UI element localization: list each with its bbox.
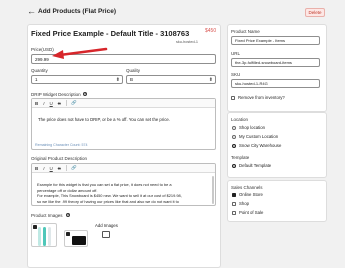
image-upload-icon bbox=[102, 231, 110, 238]
snowboard-image-icon bbox=[38, 227, 41, 246]
price-badge: $450 bbox=[205, 28, 217, 34]
drip-text: The price does not have to DRIP, or be a… bbox=[38, 117, 170, 122]
strike-button[interactable]: S bbox=[58, 101, 61, 106]
link-icon[interactable]: 🔗 bbox=[71, 100, 77, 106]
add-images-button[interactable]: Add Images bbox=[94, 223, 124, 247]
channel-option[interactable]: Online Store bbox=[232, 192, 263, 197]
link-icon[interactable]: 🔗 bbox=[71, 165, 77, 171]
add-images-label: Add Images bbox=[95, 223, 118, 228]
annotation-arrow-icon bbox=[52, 47, 108, 59]
help-icon[interactable]: ? bbox=[83, 91, 87, 96]
scrollbar[interactable] bbox=[212, 176, 214, 204]
location-option-label: Snow City Warehouse bbox=[239, 143, 282, 148]
page-title: Add Products (Flat Price) bbox=[38, 8, 117, 15]
channel-option-label: Point of Sale bbox=[239, 210, 264, 215]
italic-button[interactable]: I bbox=[43, 101, 44, 106]
channel-option[interactable]: Shop bbox=[232, 201, 249, 206]
channel-option-label: Shop bbox=[239, 201, 250, 206]
radio-selected-icon[interactable] bbox=[232, 163, 236, 168]
help-icon[interactable]: ? bbox=[66, 212, 70, 217]
remove-inventory-checkbox[interactable]: Remove from inventory? bbox=[231, 95, 285, 100]
location-option-label: My Custom Location bbox=[239, 134, 279, 139]
template-label: Template bbox=[231, 155, 250, 160]
product-name-input[interactable]: Fixed Price Example - Items bbox=[231, 36, 320, 45]
channel-option[interactable]: Point of Sale bbox=[232, 210, 263, 215]
text-line: so we like the .99 theory of having our … bbox=[37, 199, 179, 205]
quality-label: Quality bbox=[126, 68, 141, 73]
underline-button[interactable]: U bbox=[50, 166, 53, 171]
snowboard-image-icon bbox=[72, 236, 86, 245]
text-line: Example for this widget is that you can … bbox=[37, 182, 172, 187]
sku-label: SKU bbox=[231, 72, 241, 77]
checkbox-icon[interactable] bbox=[232, 201, 236, 206]
checkbox-icon[interactable] bbox=[231, 95, 235, 100]
toolbar-divider bbox=[65, 165, 67, 171]
drip-toolbar: B I U S 🔗 bbox=[32, 99, 215, 108]
drip-editor[interactable]: B I U S 🔗 The price does not have to DRI… bbox=[31, 98, 216, 150]
location-label: Location bbox=[231, 117, 249, 122]
location-option[interactable]: Snow City Warehouse bbox=[232, 143, 281, 148]
radio-icon[interactable] bbox=[232, 134, 236, 139]
checkbox-checked-icon[interactable] bbox=[33, 225, 37, 229]
url-input[interactable]: the-3p-fulfilled-snowboard-items bbox=[231, 58, 320, 67]
original-description-label: Original Product Description bbox=[31, 156, 88, 161]
product-image-thumb[interactable] bbox=[64, 230, 88, 247]
product-title: Fixed Price Example - Default Title - 31… bbox=[31, 29, 190, 38]
snowboard-image-icon bbox=[48, 227, 51, 246]
product-images-label: Product Images bbox=[31, 213, 63, 218]
arrow-left-icon[interactable]: ← bbox=[27, 7, 36, 16]
url-label: URL bbox=[231, 51, 241, 56]
location-option-label: Shop location bbox=[239, 125, 266, 130]
italic-button[interactable]: I bbox=[43, 166, 44, 171]
radio-selected-icon[interactable] bbox=[232, 143, 236, 148]
remove-inventory-label: Remove from inventory? bbox=[238, 95, 285, 100]
quantity-label: Quantity bbox=[31, 68, 48, 73]
product-name-label: Product Name bbox=[231, 29, 260, 34]
delete-button[interactable]: Delete bbox=[305, 8, 325, 17]
underline-button[interactable]: U bbox=[50, 101, 53, 106]
quantity-select[interactable]: 1 bbox=[31, 75, 123, 84]
toolbar-divider bbox=[65, 100, 67, 106]
location-option[interactable]: Shop location bbox=[232, 125, 265, 130]
sku-tag: sku-hosted-1 bbox=[176, 40, 198, 44]
sales-channels-label: Sales Channels bbox=[231, 185, 263, 190]
checkbox-checked-icon[interactable] bbox=[66, 232, 70, 236]
drip-label: DRIP Widget Description bbox=[31, 92, 81, 97]
quality-select[interactable]: B bbox=[126, 75, 216, 84]
template-option-label: Default Template bbox=[239, 163, 272, 168]
char-count: Remaining Character Count: 574 bbox=[35, 143, 88, 147]
product-image-thumb[interactable] bbox=[31, 223, 57, 247]
checkbox-checked-icon[interactable] bbox=[232, 192, 236, 197]
channel-option-label: Online Store bbox=[239, 192, 263, 197]
original-text: Example for this widget is that you can … bbox=[37, 182, 182, 205]
original-editor[interactable]: B I U S 🔗 Example for this widget is tha… bbox=[31, 163, 216, 206]
bold-button[interactable]: B bbox=[35, 101, 38, 106]
template-option[interactable]: Default Template bbox=[232, 163, 271, 168]
original-toolbar: B I U S 🔗 bbox=[32, 164, 215, 173]
radio-icon[interactable] bbox=[232, 125, 236, 130]
bold-button[interactable]: B bbox=[35, 166, 38, 171]
strike-button[interactable]: S bbox=[58, 166, 61, 171]
snowboard-image-icon bbox=[43, 227, 46, 246]
sku-input[interactable]: sku-hosted-1-R4G bbox=[231, 79, 320, 88]
checkbox-icon[interactable] bbox=[232, 210, 236, 215]
location-option[interactable]: My Custom Location bbox=[232, 134, 278, 139]
